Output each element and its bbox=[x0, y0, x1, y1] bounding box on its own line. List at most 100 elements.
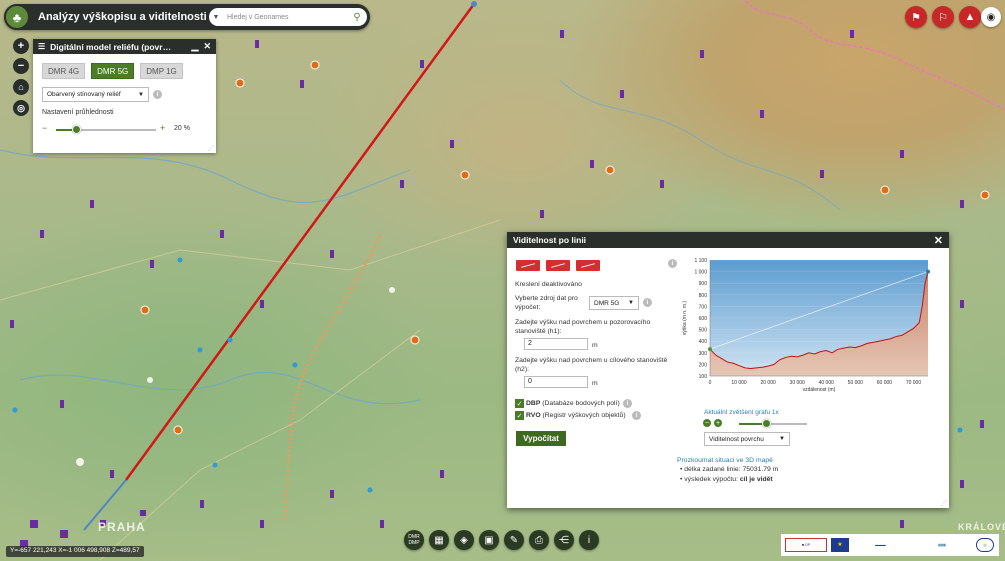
mode-select[interactable]: Viditelnost povrchu ▼ bbox=[704, 432, 790, 446]
chart-zoom-slider[interactable] bbox=[739, 419, 807, 428]
share-icon[interactable]: ⋲ bbox=[554, 530, 574, 550]
y-tick-label: 600 bbox=[699, 316, 708, 322]
dbp-checkbox[interactable]: ✓ bbox=[515, 399, 524, 408]
calculate-button[interactable]: Vypočítat bbox=[516, 431, 566, 446]
y-tick-label: 300 bbox=[699, 351, 708, 357]
op-logo: ■ OP bbox=[785, 538, 827, 552]
locate-icon[interactable]: ◎ bbox=[13, 100, 29, 116]
tab-dmr-5g[interactable]: DMR 5G bbox=[91, 63, 135, 79]
dmr-panel-header: ☰ Digitální model reliéfu (povr… ▁ ✕ bbox=[33, 39, 216, 54]
pin-point-icon[interactable]: ⚑ bbox=[905, 6, 927, 28]
h2-label: Zadejte výšku nad povrchem u cílového st… bbox=[515, 357, 668, 373]
chevron-down-icon[interactable]: ▼ bbox=[209, 14, 223, 21]
y-tick-label: 700 bbox=[699, 304, 708, 310]
target-point bbox=[926, 269, 930, 274]
rvo-label-bold: RVO bbox=[526, 412, 541, 419]
info-icon[interactable]: i bbox=[632, 411, 641, 420]
slider-knob[interactable] bbox=[72, 125, 81, 134]
profile-chart-icon[interactable]: ▲ bbox=[959, 6, 981, 28]
zoom-in-chart-icon[interactable]: + bbox=[714, 419, 722, 427]
zoom-out-button[interactable]: − bbox=[13, 58, 29, 74]
info-icon[interactable]: i bbox=[579, 530, 599, 550]
grid-icon[interactable]: ▦ bbox=[429, 530, 449, 550]
mode-value: Viditelnost povrchu bbox=[709, 435, 764, 443]
h1-input[interactable]: 2 bbox=[524, 338, 588, 350]
home-icon[interactable]: ⌂ bbox=[13, 79, 29, 95]
tab-dmp-1g[interactable]: DMP 1G bbox=[140, 63, 183, 79]
eye-icon[interactable]: ◉ bbox=[981, 7, 1001, 27]
plus-icon[interactable]: + bbox=[160, 123, 165, 133]
rvo-checkbox[interactable]: ✓ bbox=[515, 411, 524, 420]
y-tick-label: 200 bbox=[699, 362, 708, 368]
close-icon[interactable]: ✕ bbox=[203, 41, 211, 52]
resize-handle-icon[interactable]: ⋰ bbox=[208, 145, 214, 152]
dmr-panel: ☰ Digitální model reliéfu (povr… ▁ ✕ DMR… bbox=[33, 39, 216, 153]
h1-unit: m bbox=[592, 342, 598, 349]
close-icon[interactable]: ✕ bbox=[934, 234, 943, 247]
dbp-label-bold: DBP bbox=[526, 400, 541, 407]
coordinate-readout: Y=-657 221,243 X=-1 006 498,908 Z=489,57 bbox=[6, 546, 144, 557]
top-right-tools: ⚑ ⚐ ▲ bbox=[905, 6, 981, 28]
visibility-dialog-header: Viditelnost po linii ✕ bbox=[507, 232, 949, 248]
ministry-logo: ▮▮▮▮ bbox=[938, 543, 946, 547]
info-icon[interactable]: i bbox=[668, 259, 677, 268]
y-axis-label: výška (m n. m.) bbox=[682, 301, 688, 336]
info-icon[interactable]: i bbox=[153, 90, 162, 99]
tab-dmr-4g[interactable]: DMR 4G bbox=[42, 63, 86, 79]
y-tick-label: 1 100 bbox=[694, 258, 707, 264]
result-label: výsledek výpočtu: bbox=[684, 476, 738, 483]
dmr-panel-title: Digitální model reliéfu (povr… bbox=[50, 41, 172, 52]
map-icon[interactable]: ▣ bbox=[479, 530, 499, 550]
result-value: cíl je vidět bbox=[739, 476, 773, 483]
print-icon[interactable]: ⎙ bbox=[529, 530, 549, 550]
erase-line-icon[interactable] bbox=[576, 260, 600, 271]
info-icon[interactable]: i bbox=[643, 298, 652, 307]
x-tick-label: 0 bbox=[709, 380, 712, 386]
x-tick-label: 60 000 bbox=[877, 380, 893, 386]
draw-polyline-icon[interactable] bbox=[546, 260, 570, 271]
x-tick-label: 30 000 bbox=[790, 380, 806, 386]
render-mode-value: Obarvený stínovaný reliéf bbox=[47, 91, 121, 98]
zoom-out-chart-icon[interactable]: − bbox=[703, 419, 711, 427]
search-input[interactable]: Hledej v Geonames bbox=[223, 14, 347, 21]
minimize-icon[interactable]: ▁ bbox=[192, 41, 199, 52]
search-icon[interactable]: ⚲ bbox=[347, 12, 367, 23]
y-tick-label: 1 000 bbox=[694, 270, 707, 276]
city-label-kralove: KRÁLOVÉ bbox=[958, 522, 1005, 532]
eu-logos: ■ OP ★ ▬▬▬ ▮▮▮▮ ◎ bbox=[781, 534, 999, 556]
h2-unit: m bbox=[592, 380, 598, 387]
results-list: délka zadané linie: 75031.79 m výsledek … bbox=[680, 465, 778, 485]
source-label: Vyberte zdroj dat pro výpočet: bbox=[515, 295, 578, 311]
result-length-label: délka zadané linie: bbox=[684, 466, 741, 473]
dmr-toggle-button[interactable]: DMR DMP bbox=[404, 530, 424, 550]
zoom-in-button[interactable]: + bbox=[13, 38, 29, 54]
slider-knob[interactable] bbox=[762, 419, 772, 428]
resize-handle-icon[interactable]: ⋰ bbox=[941, 500, 947, 507]
transparency-slider[interactable] bbox=[56, 125, 156, 134]
source-value: DMR 5G bbox=[594, 299, 620, 307]
transparency-label: Nastavení průhlednosti bbox=[42, 109, 114, 116]
render-mode-select[interactable]: Obarvený stínovaný reliéf ▼ bbox=[42, 87, 149, 102]
source-select[interactable]: DMR 5G ▼ bbox=[589, 296, 639, 310]
search-box[interactable]: ▼ Hledej v Geonames ⚲ bbox=[209, 8, 367, 26]
result-visibility: výsledek výpočtu: cíl je vidět bbox=[680, 475, 778, 485]
tree-logo-icon[interactable]: ♣ bbox=[4, 4, 30, 30]
x-axis-label: vzdálenost (m) bbox=[803, 387, 836, 393]
info-icon[interactable]: i bbox=[623, 399, 632, 408]
eu-fund-logo: ▬▬▬ bbox=[875, 543, 886, 547]
h2-input[interactable]: 0 bbox=[524, 376, 588, 388]
app-title: Analýzy výškopisu a viditelnosti bbox=[38, 11, 207, 23]
result-length-value: 75031.79 m bbox=[742, 466, 779, 473]
layers-icon[interactable]: ◈ bbox=[454, 530, 474, 550]
pin-line-icon[interactable]: ⚐ bbox=[932, 6, 954, 28]
dbp-label-text: (Databáze bodových polí) bbox=[542, 400, 620, 407]
profile-chart[interactable]: 100 200 300 400 500 600 700 800 900 1 000 1 100 0 10… bbox=[678, 254, 938, 404]
pencil-icon[interactable]: ✎ bbox=[504, 530, 524, 550]
x-tick-label: 10 000 bbox=[731, 380, 747, 386]
draw-tools bbox=[516, 260, 600, 271]
draw-line-icon[interactable] bbox=[516, 260, 540, 271]
chart-zoom-label: Aktuální zvětšení grafu 1x bbox=[704, 409, 779, 416]
minus-icon[interactable]: − bbox=[42, 123, 47, 133]
link-3d-map[interactable]: Prozkoumat situaci ve 3D mapě bbox=[677, 457, 773, 464]
x-tick-label: 20 000 bbox=[760, 380, 776, 386]
